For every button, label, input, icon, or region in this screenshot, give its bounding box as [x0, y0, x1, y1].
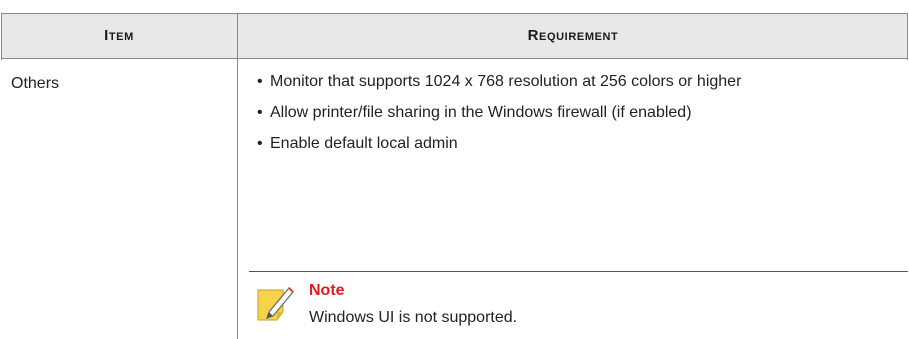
header-item: Item	[104, 27, 134, 44]
list-item: Allow printer/file sharing in the Window…	[257, 101, 877, 124]
requirement-list: Monitor that supports 1024 x 768 resolut…	[257, 70, 877, 163]
note-label: Note	[309, 282, 345, 299]
row-item-cell: Others	[11, 75, 60, 92]
header-requirement: Requirement	[527, 27, 619, 44]
note-pencil-icon	[255, 282, 297, 324]
header-right-border	[907, 14, 908, 60]
column-divider-header	[237, 13, 238, 59]
table-header: Item Requirement	[1, 13, 908, 60]
note-text: Windows UI is not supported.	[309, 309, 518, 326]
list-item: Enable default local admin	[257, 132, 877, 155]
column-divider-body	[237, 59, 238, 339]
list-item: Monitor that supports 1024 x 768 resolut…	[257, 70, 877, 93]
note-top-rule	[249, 271, 908, 272]
